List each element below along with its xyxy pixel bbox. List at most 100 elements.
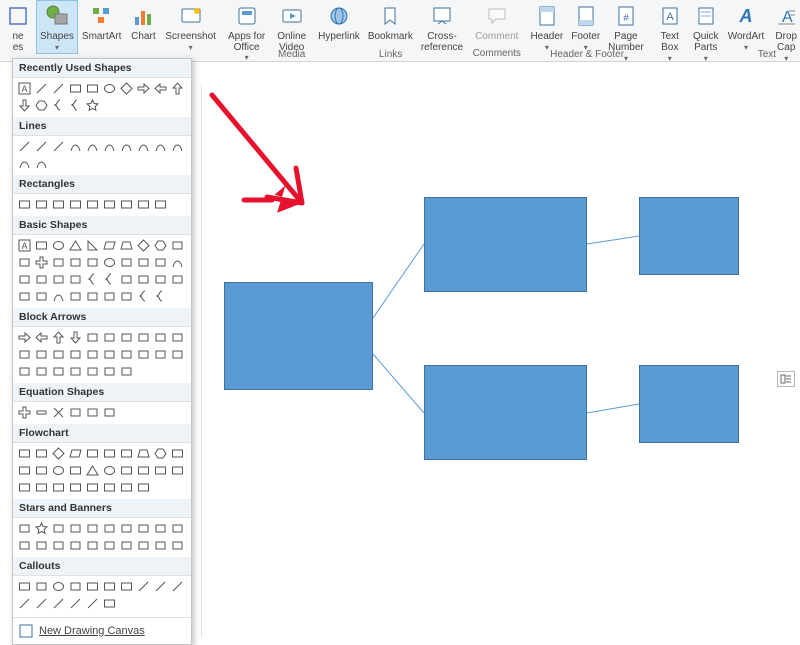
shape-rect[interactable] xyxy=(136,480,150,494)
shape-lbrkt[interactable] xyxy=(51,272,65,286)
shape-line[interactable] xyxy=(34,139,48,153)
shape-rect[interactable] xyxy=(102,480,116,494)
shape-star5[interactable] xyxy=(34,521,48,535)
shape-ribbon[interactable] xyxy=(51,538,65,552)
diagram-box-1[interactable] xyxy=(424,197,587,292)
shape-oct[interactable] xyxy=(17,255,31,269)
shape-moon[interactable] xyxy=(17,289,31,303)
textbox-button[interactable]: AText Box▾ xyxy=(652,0,688,64)
document-canvas[interactable] xyxy=(197,85,800,637)
shape-div[interactable] xyxy=(68,405,82,419)
shape-rect[interactable] xyxy=(17,446,31,460)
shape-lbrace[interactable] xyxy=(136,289,150,303)
shape-ribbon[interactable] xyxy=(68,538,82,552)
shape-larrow[interactable] xyxy=(34,330,48,344)
shape-rect[interactable] xyxy=(102,446,116,460)
shape-sun[interactable] xyxy=(170,272,184,286)
apps-button[interactable]: Apps for Office▾ xyxy=(224,0,269,62)
shape-line[interactable] xyxy=(17,596,31,610)
shape-rect[interactable] xyxy=(34,463,48,477)
shape-line[interactable] xyxy=(34,81,48,95)
shape-rect[interactable] xyxy=(17,480,31,494)
shape-smiley[interactable] xyxy=(34,289,48,303)
shape-rect[interactable] xyxy=(51,480,65,494)
shape-wave[interactable] xyxy=(136,538,150,552)
shape-rect[interactable] xyxy=(170,446,184,460)
shape-rect[interactable] xyxy=(136,197,150,211)
footer-button[interactable]: Footer▾ xyxy=(567,0,604,53)
shape-donut[interactable] xyxy=(102,463,116,477)
shape-hex[interactable] xyxy=(153,238,167,252)
shape-oval[interactable] xyxy=(51,238,65,252)
shape-line[interactable] xyxy=(51,139,65,153)
shape-brace[interactable] xyxy=(68,98,82,112)
shape-trap[interactable] xyxy=(136,446,150,460)
shape-rect[interactable] xyxy=(34,446,48,460)
shape-curver[interactable] xyxy=(51,347,65,361)
header-button[interactable]: Header▾ xyxy=(526,0,567,53)
shape-darrow[interactable] xyxy=(17,98,31,112)
shape-rect[interactable] xyxy=(102,596,116,610)
shape-rcallout[interactable] xyxy=(170,347,184,361)
shape-star8[interactable] xyxy=(85,521,99,535)
shape-elbow[interactable] xyxy=(119,139,133,153)
shape-rect[interactable] xyxy=(170,463,184,477)
shape-lightning[interactable] xyxy=(153,272,167,286)
shape-ribbon[interactable] xyxy=(102,538,116,552)
shape-bracket[interactable] xyxy=(119,289,133,303)
shape-rect[interactable] xyxy=(119,446,133,460)
shape-line2[interactable] xyxy=(51,81,65,95)
shape-can[interactable] xyxy=(51,255,65,269)
shape-rect[interactable] xyxy=(85,197,99,211)
shape-bent[interactable] xyxy=(136,330,150,344)
diagram-box-4[interactable] xyxy=(639,365,739,443)
shape-scroll[interactable] xyxy=(153,538,167,552)
shape-rect[interactable] xyxy=(119,480,133,494)
shape-triangle[interactable] xyxy=(85,463,99,477)
shape-udcallout[interactable] xyxy=(85,364,99,378)
shape-curved[interactable] xyxy=(85,347,99,361)
shape-freeform[interactable] xyxy=(170,139,184,153)
shape-pie[interactable] xyxy=(136,255,150,269)
shape-rect[interactable] xyxy=(34,197,48,211)
shape-donut[interactable] xyxy=(102,255,116,269)
shape-bentup[interactable] xyxy=(17,347,31,361)
shape-elbow[interactable] xyxy=(102,139,116,153)
shape-curve[interactable] xyxy=(85,139,99,153)
shape-oval[interactable] xyxy=(51,579,65,593)
shape-rect[interactable] xyxy=(17,579,31,593)
shape-circle[interactable] xyxy=(51,463,65,477)
shape-quadcallout[interactable] xyxy=(102,364,116,378)
shape-rect[interactable] xyxy=(85,81,99,95)
shape-diamond[interactable] xyxy=(136,238,150,252)
shape-ucallout[interactable] xyxy=(34,364,48,378)
shape-neq[interactable] xyxy=(102,405,116,419)
shape-minus[interactable] xyxy=(34,405,48,419)
shape-cloud[interactable] xyxy=(68,579,82,593)
diagram-box-0[interactable] xyxy=(224,282,373,390)
shape-larrow[interactable] xyxy=(153,81,167,95)
shape-pentagon[interactable] xyxy=(136,347,150,361)
shape-rect[interactable] xyxy=(119,579,133,593)
shape-star16[interactable] xyxy=(136,521,150,535)
shape-rect[interactable] xyxy=(34,480,48,494)
shape-star4[interactable] xyxy=(17,521,31,535)
shape-bracket[interactable] xyxy=(102,289,116,303)
shape-line[interactable] xyxy=(68,596,82,610)
shape-burst[interactable] xyxy=(34,538,48,552)
shape-textbox[interactable]: A xyxy=(17,81,31,95)
shape-rect[interactable] xyxy=(17,463,31,477)
page[interactable] xyxy=(201,85,800,637)
shape-line[interactable] xyxy=(85,596,99,610)
shape-star32[interactable] xyxy=(170,521,184,535)
shape-rbrkt[interactable] xyxy=(68,272,82,286)
screenshot-button[interactable]: Screenshot▾ xyxy=(161,0,220,53)
shape-tri[interactable] xyxy=(68,238,82,252)
shape-hept[interactable] xyxy=(170,238,184,252)
shape-hex[interactable] xyxy=(34,98,48,112)
shape-ribbon[interactable] xyxy=(85,538,99,552)
shape-quad[interactable] xyxy=(119,330,133,344)
shape-lup[interactable] xyxy=(170,330,184,344)
shape-frame[interactable] xyxy=(34,272,48,286)
shape-para[interactable] xyxy=(102,238,116,252)
